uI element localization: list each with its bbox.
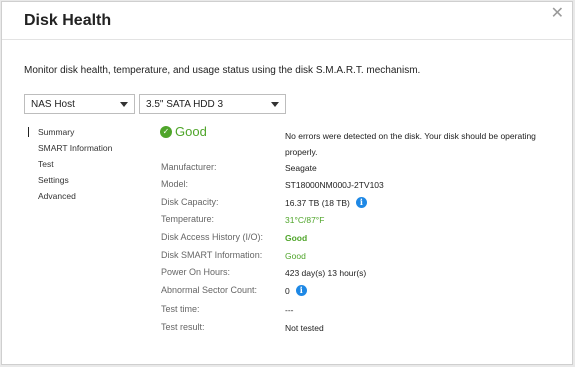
host-select[interactable]: NAS Host bbox=[24, 94, 135, 114]
nav-item-test[interactable]: Test bbox=[38, 159, 54, 169]
host-select-value: NAS Host bbox=[31, 99, 75, 110]
temperature-value: 31°C/87°F bbox=[285, 215, 324, 225]
temperature-value-text: 31°C/87°F bbox=[285, 215, 325, 225]
abnormal-sector-count-value-text: 0 bbox=[285, 285, 290, 296]
power-on-hours-label: Power On Hours: bbox=[161, 267, 231, 277]
abnormal-sector-count-value: 0i bbox=[285, 285, 307, 296]
dialog-description: Monitor disk health, temperature, and us… bbox=[24, 65, 421, 76]
test-time-label: Test time: bbox=[161, 304, 200, 314]
test-result-label: Test result: bbox=[161, 322, 205, 332]
disk-health-dialog: Disk Health ✕ Monitor disk health, tempe… bbox=[1, 1, 573, 365]
disk-access-history-label: Disk Access History (I/O): bbox=[161, 232, 264, 242]
manufacturer-label: Manufacturer: bbox=[161, 162, 217, 172]
close-icon[interactable]: ✕ bbox=[551, 6, 564, 22]
power-on-hours-value-text: 423 day(s) 13 hour(s) bbox=[285, 268, 367, 278]
model-value: ST18000NM000J-2TV103 bbox=[285, 180, 384, 190]
disk-smart-information-value: Good bbox=[285, 251, 306, 261]
test-time-value-text: --- bbox=[285, 305, 294, 315]
disk-select[interactable]: 3.5" SATA HDD 3 bbox=[139, 94, 286, 114]
info-icon[interactable]: i bbox=[355, 197, 367, 208]
disk-access-history-value: Good bbox=[285, 233, 307, 243]
disk-smart-information-label: Disk SMART Information: bbox=[161, 250, 263, 260]
health-status-text: Good bbox=[175, 124, 207, 139]
manufacturer-value: Seagate bbox=[285, 163, 317, 173]
disk-smart-information-value-text: Good bbox=[285, 251, 306, 261]
disk-select-value: 3.5" SATA HDD 3 bbox=[146, 99, 224, 110]
chevron-down-icon bbox=[271, 102, 279, 107]
nav-item-settings[interactable]: Settings bbox=[38, 175, 69, 185]
disk-capacity-value: 16.37 TB (18 TB) i bbox=[285, 197, 367, 208]
temperature-label: Temperature: bbox=[161, 214, 215, 224]
manufacturer-value-text: Seagate bbox=[285, 163, 317, 173]
model-value-text: ST18000NM000J-2TV103 bbox=[285, 180, 384, 190]
abnormal-sector-count-label: Abnormal Sector Count: bbox=[161, 285, 258, 295]
model-label: Model: bbox=[161, 179, 189, 189]
check-circle-icon: ✓ bbox=[160, 125, 172, 138]
status-message: No errors were detected on the disk. You… bbox=[285, 131, 536, 157]
dialog-header: Disk Health ✕ bbox=[2, 2, 572, 40]
disk-capacity-label: Disk Capacity: bbox=[161, 197, 219, 207]
nav-item-advanced[interactable]: Advanced bbox=[38, 191, 76, 201]
test-result-value: Not tested bbox=[285, 323, 324, 333]
dialog-title: Disk Health bbox=[24, 12, 112, 29]
disk-capacity-value-text: 16.37 TB (18 TB) bbox=[285, 197, 350, 208]
health-status: ✓ Good bbox=[160, 124, 207, 139]
nav-item-summary[interactable]: Summary bbox=[38, 127, 74, 137]
power-on-hours-value: 423 day(s) 13 hour(s) bbox=[285, 268, 366, 278]
test-result-value-text: Not tested bbox=[285, 323, 324, 333]
disk-access-history-value-text: Good bbox=[285, 233, 308, 243]
chevron-down-icon bbox=[120, 102, 128, 107]
nav-item-smart-information[interactable]: SMART Information bbox=[38, 143, 112, 153]
nav-active-indicator bbox=[28, 127, 29, 137]
test-time-value: --- bbox=[285, 305, 294, 315]
info-icon[interactable]: i bbox=[295, 285, 307, 296]
